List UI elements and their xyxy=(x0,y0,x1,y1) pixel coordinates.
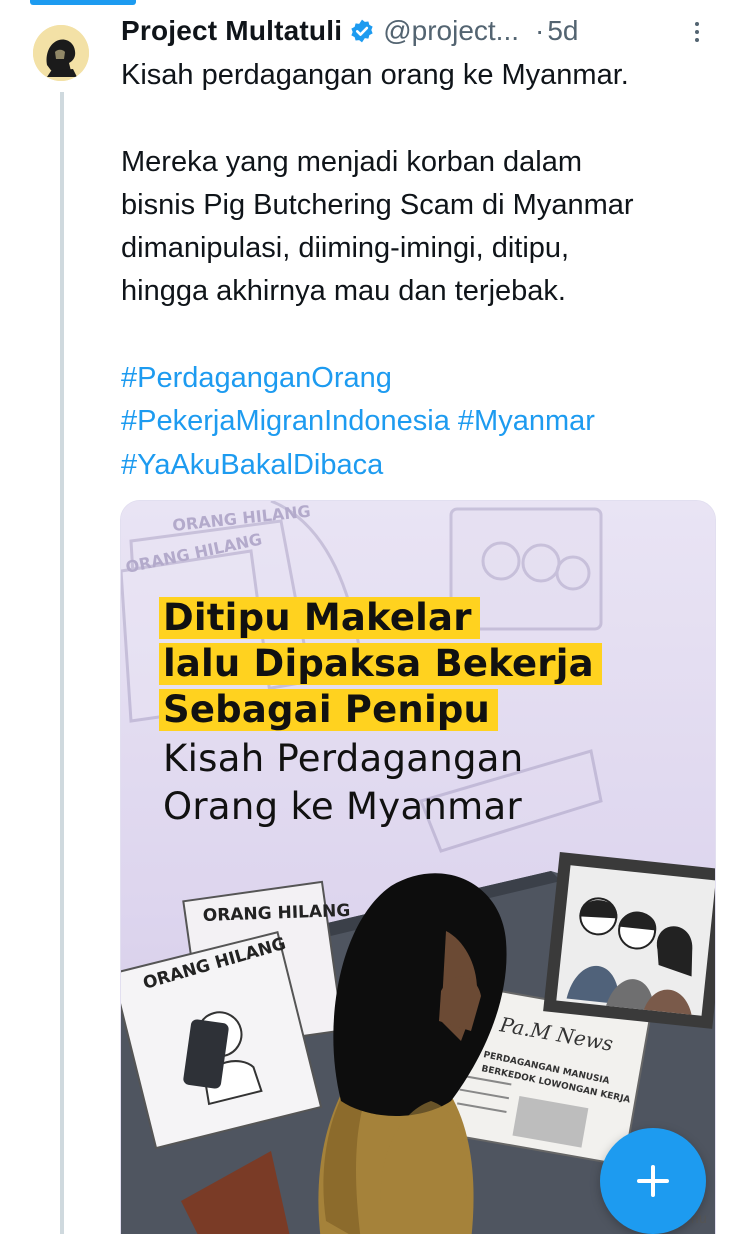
compose-button[interactable] xyxy=(600,1128,706,1234)
user-handle[interactable]: @project... xyxy=(383,15,519,47)
tab-indicator xyxy=(30,0,136,5)
headline-line: Sebagai Penipu xyxy=(159,689,499,731)
tweet-header: Project Multatuli @project... · 5d xyxy=(121,10,721,52)
tweet-text: Kisah perdagangan orang ke Myanmar. Mere… xyxy=(121,54,721,487)
tweet-media-image[interactable]: ORANG HILANG ORANG HILANG ORANG HILANG O… xyxy=(120,500,716,1234)
image-headline: Ditipu Makelar lalu Dipaksa Bekerja Seba… xyxy=(159,597,602,831)
separator-dot: · xyxy=(535,15,545,46)
avatar[interactable] xyxy=(33,25,89,81)
verified-badge-icon xyxy=(349,18,375,44)
headline-line: Ditipu Makelar xyxy=(159,597,480,639)
timestamp[interactable]: 5d xyxy=(547,15,578,47)
tweet-text-line: hingga akhirnya mau dan terjebak. xyxy=(121,275,566,308)
tweet-text-line: dimanipulasi, diiming-imingi, ditipu, xyxy=(121,232,570,265)
tweet-text-line: bisnis Pig Butchering Scam di Myanmar xyxy=(121,188,634,221)
more-options-icon[interactable] xyxy=(691,16,703,48)
tweet-text-line: Kisah perdagangan orang ke Myanmar. xyxy=(121,59,629,91)
plus-icon xyxy=(637,1165,669,1197)
tweet-text-line: Mereka yang menjadi korban dalam xyxy=(121,145,583,178)
hashtag-link[interactable]: #YaAkuBakalDibaca xyxy=(121,444,721,487)
subtitle-line: Kisah Perdagangan xyxy=(163,737,524,780)
hashtag-link[interactable]: #PerdaganganOrang xyxy=(121,357,721,400)
display-name[interactable]: Project Multatuli xyxy=(121,15,342,47)
subtitle-line: Orang ke Myanmar xyxy=(163,785,523,828)
thread-connector-line xyxy=(60,92,64,1234)
headline-line: lalu Dipaksa Bekerja xyxy=(159,643,602,685)
hashtag-link[interactable]: #PekerjaMigranIndonesia #Myanmar xyxy=(121,400,721,443)
